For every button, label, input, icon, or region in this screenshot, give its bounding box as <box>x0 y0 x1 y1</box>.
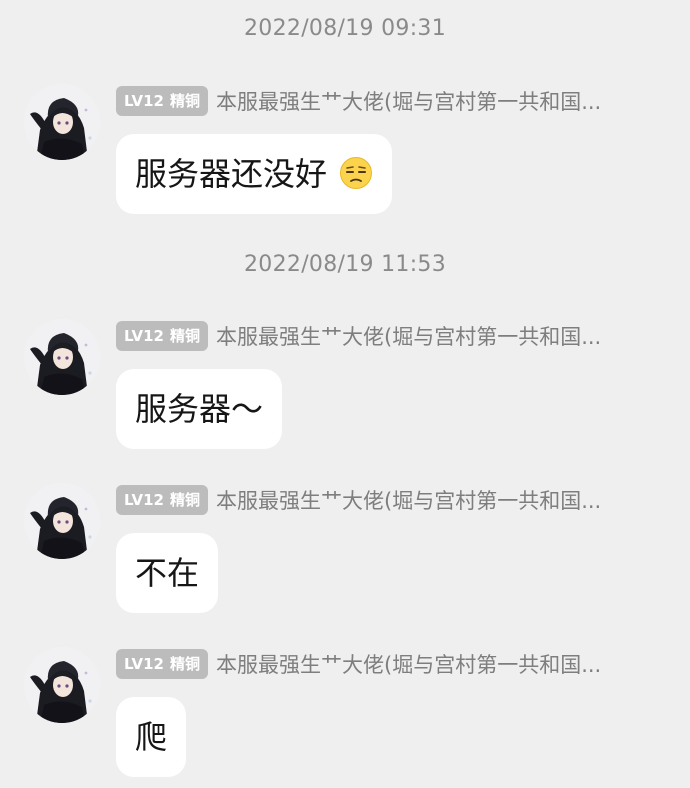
message-bubble[interactable]: 服务器还没好 <box>116 134 393 214</box>
title-label: 精铜 <box>169 655 200 673</box>
level-label: LV12 <box>124 491 164 509</box>
sender-info: LV12 精铜 本服最强生艹大佬(堀与宫村第一共和国... <box>116 649 646 681</box>
anime-girl-avatar-icon <box>24 84 100 160</box>
avatar[interactable] <box>24 483 100 559</box>
title-label: 精铜 <box>169 327 200 345</box>
sender-info: LV12 精铜 本服最强生艹大佬(堀与宫村第一共和国... <box>116 485 646 517</box>
level-badge: LV12 精铜 <box>116 86 208 116</box>
timestamp: 2022/08/19 11:53 <box>244 252 446 277</box>
avatar[interactable] <box>24 319 100 395</box>
level-badge: LV12 精铜 <box>116 485 208 515</box>
level-badge: LV12 精铜 <box>116 321 208 351</box>
avatar[interactable] <box>24 647 100 723</box>
sender-name[interactable]: 本服最强生艹大佬(堀与宫村第一共和国... <box>216 485 601 515</box>
message-bubble[interactable]: 服务器～ <box>116 369 283 449</box>
timestamp: 2022/08/19 09:31 <box>244 16 446 41</box>
chat-view: 2022/08/19 09:31 LV12 精铜 本服最强生艹大佬(堀与宫村第一共和… <box>0 0 690 788</box>
level-label: LV12 <box>124 655 164 673</box>
anime-girl-avatar-icon <box>24 319 100 395</box>
sender-info: LV12 精铜 本服最强生艹大佬(堀与宫村第一共和国... <box>116 86 646 118</box>
level-label: LV12 <box>124 92 164 110</box>
level-badge: LV12 精铜 <box>116 649 208 679</box>
anime-girl-avatar-icon <box>24 647 100 723</box>
message-text: 服务器～ <box>135 390 264 428</box>
title-label: 精铜 <box>169 92 200 110</box>
message-bubble[interactable]: 爬 <box>116 697 187 777</box>
sender-info: LV12 精铜 本服最强生艹大佬(堀与宫村第一共和国... <box>116 321 646 353</box>
message-text: 爬 <box>135 718 168 756</box>
message-bubble[interactable]: 不在 <box>116 533 219 613</box>
message-text: 不在 <box>135 554 200 592</box>
sender-name[interactable]: 本服最强生艹大佬(堀与宫村第一共和国... <box>216 649 601 679</box>
level-label: LV12 <box>124 327 164 345</box>
sender-name[interactable]: 本服最强生艹大佬(堀与宫村第一共和国... <box>216 86 601 116</box>
sender-name[interactable]: 本服最强生艹大佬(堀与宫村第一共和国... <box>216 321 601 351</box>
message-text: 服务器还没好 <box>135 155 328 193</box>
avatar[interactable] <box>24 84 100 160</box>
anime-girl-avatar-icon <box>24 483 100 559</box>
unamused-face-icon <box>340 157 373 189</box>
title-label: 精铜 <box>169 491 200 509</box>
